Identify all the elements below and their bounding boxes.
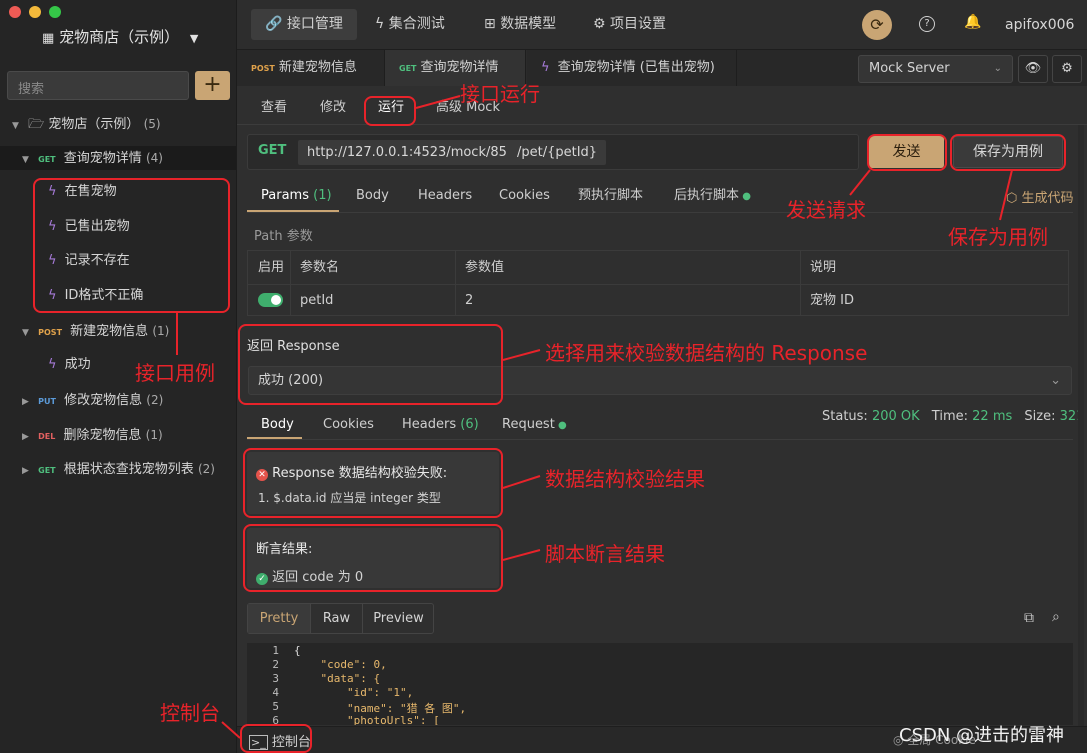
arrow-run <box>415 95 461 109</box>
arrow-save <box>999 169 1013 221</box>
arrow-send <box>849 169 871 196</box>
arrow-response <box>502 349 541 361</box>
annotation-arrows <box>176 95 1013 739</box>
arrow-assertion <box>502 549 541 561</box>
arrow-validation <box>502 475 541 489</box>
arrow-console <box>221 721 241 739</box>
